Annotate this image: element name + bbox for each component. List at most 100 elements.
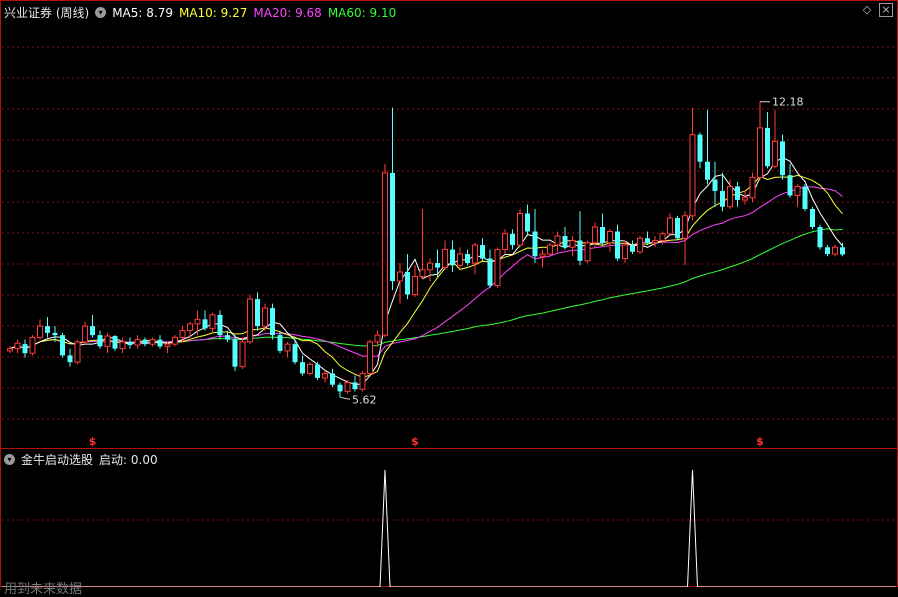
candle-body [465, 254, 470, 264]
candle-body [172, 336, 178, 345]
candle-body [772, 140, 778, 167]
candle-body [472, 244, 478, 264]
candle-body [780, 141, 785, 176]
candle-body [14, 342, 21, 350]
candle-body [225, 335, 230, 340]
candle-body [67, 355, 73, 363]
indicator-menu-icon[interactable]: ▾ [95, 7, 107, 18]
candle-body [652, 240, 658, 244]
candle-body [817, 227, 823, 248]
candle-body [262, 307, 268, 327]
candle-body [712, 179, 718, 191]
candle-body [720, 190, 725, 207]
candle-body [397, 271, 403, 282]
candle-body [749, 176, 756, 199]
candle-body [735, 186, 740, 200]
candle-body [840, 247, 845, 255]
candle-body [787, 175, 793, 196]
candle-body [562, 236, 568, 248]
candle-body [547, 244, 553, 255]
candle-body [239, 341, 246, 368]
ma10-label: MA10: 9.27 [178, 5, 248, 20]
candle-body [149, 339, 156, 345]
candle-body [659, 233, 666, 242]
candle-body [517, 212, 523, 246]
candle-body [412, 276, 418, 296]
candle-body [104, 335, 111, 347]
candle-body [825, 247, 830, 255]
candle-body [232, 339, 238, 367]
candle-body [344, 381, 351, 392]
ma60-line [9, 228, 843, 350]
candle-body [697, 134, 703, 162]
candle-body [277, 335, 283, 351]
candle-body [502, 233, 508, 251]
candle-body [794, 185, 801, 196]
candle-body [592, 226, 598, 244]
candle-body [757, 127, 763, 178]
ma10-line [9, 174, 843, 378]
ma5-label: MA5: 8.79 [112, 5, 173, 20]
candle-body [705, 161, 710, 180]
indicator-line [2, 469, 896, 587]
signal-marker: $ [411, 435, 419, 448]
candle-body [284, 343, 291, 352]
candle-body [577, 240, 583, 261]
candle-body [645, 238, 650, 243]
candle-body [142, 339, 148, 345]
candle-body [82, 325, 88, 343]
candle-body [630, 245, 635, 252]
candle-body [7, 348, 13, 352]
candle-body [119, 341, 126, 350]
candle-body [157, 339, 163, 347]
candle-body [419, 269, 426, 278]
candle-body [810, 208, 815, 227]
candle-body [382, 172, 388, 336]
collapse-icon[interactable]: ◇ [860, 3, 874, 17]
candle-body [60, 335, 65, 356]
candle-body [802, 186, 808, 209]
candle-body [217, 314, 223, 336]
candle-body [202, 319, 208, 329]
candle-body [675, 217, 680, 239]
candle-body [600, 227, 605, 243]
candle-body [390, 172, 395, 282]
candlestick-chart: 12.18 5.62 $ $ $ [2, 46, 896, 587]
candle-body [187, 323, 193, 332]
candle-body [510, 233, 515, 246]
annotation-leader [339, 396, 351, 400]
candle-body [554, 235, 561, 246]
candle-body [450, 249, 455, 266]
candle-body [134, 339, 141, 346]
candle-body [689, 134, 696, 217]
candle-body [352, 382, 358, 390]
candle-body [247, 298, 253, 343]
candle-body [179, 330, 186, 338]
candle-body [29, 336, 36, 354]
signal-marker: $ [89, 435, 97, 448]
candle-body [315, 364, 320, 378]
candle-body [52, 332, 58, 336]
close-icon[interactable]: × [879, 3, 893, 17]
candle-body [45, 326, 50, 333]
candle-body [74, 341, 81, 363]
candle-body [435, 263, 440, 268]
candle-body [832, 246, 838, 255]
candle-body [427, 262, 433, 271]
candle-body [300, 362, 305, 374]
candle-body [765, 127, 770, 167]
candle-body [374, 334, 381, 343]
candle-body [405, 272, 410, 295]
candle-body [494, 249, 501, 287]
candle-body [667, 217, 673, 235]
candle-body [637, 237, 643, 253]
candle-body [532, 231, 538, 257]
candle-body [727, 185, 733, 208]
candle-body [292, 344, 298, 363]
candle-body [367, 341, 373, 374]
candle-body [525, 213, 530, 232]
candle-body [442, 249, 448, 269]
candle-body [337, 384, 343, 392]
candle-body [584, 242, 591, 262]
candle-body [539, 253, 546, 257]
